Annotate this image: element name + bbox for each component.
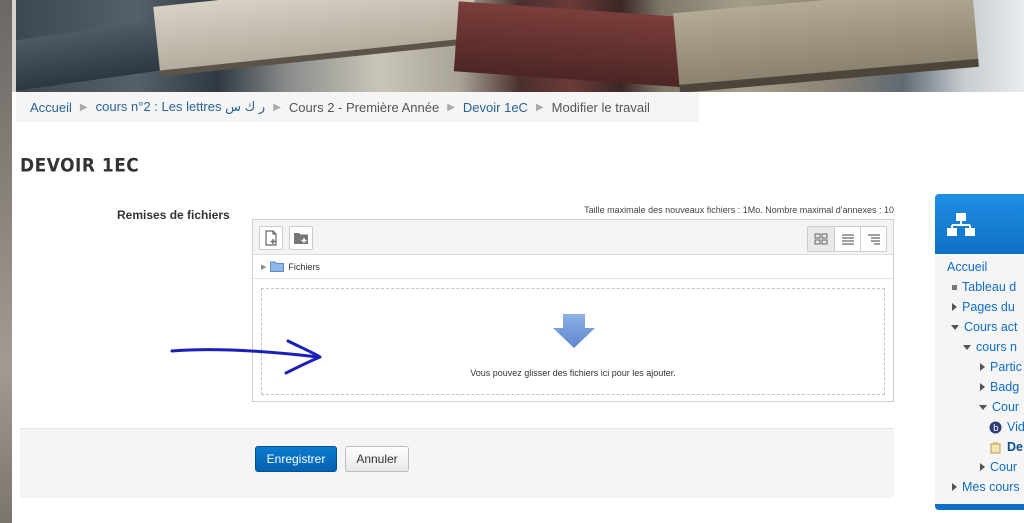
header-banner-image [16, 0, 1024, 92]
expand-icon [952, 483, 957, 491]
view-icons-button[interactable] [808, 227, 834, 251]
file-manager-toolbar [253, 220, 893, 255]
nav-item-section-2[interactable]: Cour [980, 460, 1017, 474]
nav-item-my-courses[interactable]: Mes cours [952, 480, 1020, 494]
file-submissions-label: Remises de fichiers [117, 208, 230, 222]
list-icon [841, 234, 854, 245]
breadcrumb-current: Modifier le travail [551, 99, 650, 115]
expand-icon [980, 463, 985, 471]
add-file-button[interactable] [259, 226, 283, 250]
nav-item-badges[interactable]: Badg [980, 380, 1019, 394]
page-title: DEVOIR 1EC [20, 155, 140, 177]
file-drop-zone[interactable]: Vous pouvez glisser des fichiers ici pou… [261, 288, 885, 395]
navigation-block: Accueil Tableau d Pages du Cours act cou… [935, 194, 1024, 510]
folder-label[interactable]: Fichiers [288, 262, 320, 272]
breadcrumb-section: Cours 2 - Première Année [288, 99, 440, 115]
form-buttons-area [20, 428, 894, 498]
breadcrumb: Accueil ▶ cours n°2 : Les lettres ر ك س … [16, 92, 699, 122]
svg-text:b: b [993, 424, 999, 434]
breadcrumb-assignment[interactable]: Devoir 1eC [463, 100, 528, 115]
nav-item-section[interactable]: Cour [979, 400, 1019, 414]
expand-arrow-icon[interactable]: ▶ [261, 263, 266, 271]
drop-zone-text: Vous pouvez glisser des fichiers ici pou… [470, 368, 676, 378]
tree-icon [867, 234, 880, 245]
create-folder-button[interactable] [289, 226, 313, 250]
nav-item-home[interactable]: Accueil [947, 260, 987, 274]
cancel-button[interactable]: Annuler [345, 446, 409, 472]
nav-item-participants[interactable]: Partic [980, 360, 1022, 374]
expand-icon [952, 303, 957, 311]
nav-item-assignment[interactable]: De [989, 440, 1023, 454]
folder-path: ▶ Fichiers [253, 255, 893, 279]
collapse-icon [951, 324, 959, 330]
nav-item-site-pages[interactable]: Pages du [952, 300, 1015, 314]
video-activity-icon: b [989, 421, 1002, 434]
navigation-block-header [935, 194, 1024, 254]
breadcrumb-separator-icon: ▶ [535, 101, 544, 113]
breadcrumb-course[interactable]: cours n°2 : Les lettres ر ك س [96, 99, 266, 115]
breadcrumb-separator-icon: ▶ [79, 101, 88, 113]
expand-icon [980, 363, 985, 371]
sitemap-icon [947, 213, 975, 236]
assignment-icon [990, 441, 1001, 453]
breadcrumb-separator-icon: ▶ [447, 101, 455, 113]
expand-icon [980, 383, 985, 391]
annotation-arrow-icon [170, 339, 322, 375]
add-file-icon [265, 230, 277, 246]
collapse-icon [963, 344, 971, 350]
file-manager: ▶ Fichiers Vous pouvez glisser des fichi… [252, 219, 894, 402]
left-background-strip [0, 0, 12, 523]
view-tree-button[interactable] [860, 227, 886, 251]
nav-item-current-course[interactable]: Cours act [951, 320, 1018, 334]
grid-icon [814, 233, 828, 245]
folder-icon [270, 261, 285, 272]
view-mode-group [807, 226, 887, 252]
view-list-button[interactable] [834, 227, 860, 251]
create-folder-icon [294, 233, 308, 244]
save-button[interactable]: Enregistrer [255, 446, 337, 472]
collapse-icon [979, 404, 987, 410]
breadcrumb-home[interactable]: Accueil [30, 100, 72, 115]
navigation-block-bottom-bar [935, 504, 1024, 510]
breadcrumb-separator-icon: ▶ [273, 101, 281, 113]
bullet-icon [952, 284, 957, 290]
nav-item-course[interactable]: cours n [963, 340, 1017, 354]
drop-arrow-icon [553, 314, 595, 348]
nav-item-video[interactable]: b Vid [989, 420, 1024, 434]
nav-item-dashboard[interactable]: Tableau d [952, 280, 1016, 294]
file-limits-text: Taille maximale des nouveaux fichiers : … [584, 205, 894, 215]
